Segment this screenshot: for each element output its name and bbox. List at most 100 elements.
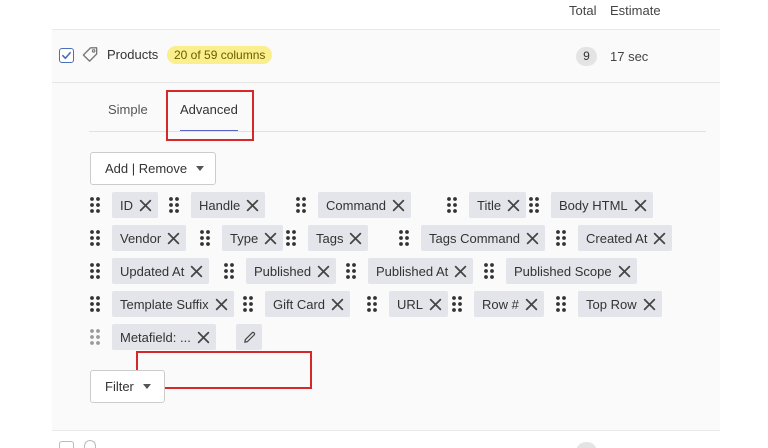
remove-column-icon[interactable] xyxy=(317,265,330,278)
column-chip-row: Vendor Type Tags Tags Command Created At xyxy=(90,225,710,251)
column-chip-label: Tags Command xyxy=(429,230,521,246)
remove-column-icon[interactable] xyxy=(264,232,277,245)
column-chip-label: Command xyxy=(326,197,386,213)
column-chip[interactable]: Published xyxy=(246,258,337,284)
remove-column-icon[interactable] xyxy=(349,232,362,245)
remove-column-icon[interactable] xyxy=(653,232,666,245)
drag-handle-icon[interactable] xyxy=(90,262,100,280)
column-chip-label: Row # xyxy=(482,296,519,312)
column-chip[interactable]: Published At xyxy=(368,258,474,284)
remove-column-icon[interactable] xyxy=(392,199,405,212)
column-chip[interactable]: Updated At xyxy=(112,258,210,284)
column-chip-row: Metafield: ... xyxy=(90,324,710,350)
column-chip[interactable]: URL xyxy=(389,291,449,317)
column-chip-label: Handle xyxy=(199,197,241,213)
column-chip[interactable]: Body HTML xyxy=(551,192,653,218)
filter-label: Filter xyxy=(105,379,134,394)
checkmark-icon xyxy=(62,51,71,60)
drag-handle-icon[interactable] xyxy=(224,262,234,280)
add-remove-label: Add | Remove xyxy=(105,161,188,176)
column-chip-row: ID Handle Command Title Body HTML xyxy=(90,192,710,218)
column-chip[interactable]: Type xyxy=(222,225,284,251)
remove-column-icon[interactable] xyxy=(525,298,538,311)
sheet-row: Products 20 of 59 columns 9 17 sec xyxy=(52,30,720,82)
drag-handle-icon[interactable] xyxy=(169,196,179,214)
column-chip-label: Gift Card xyxy=(273,296,326,312)
drag-handle-icon[interactable] xyxy=(452,295,462,313)
column-chip-label: Published Scope xyxy=(514,263,612,279)
remove-column-icon[interactable] xyxy=(643,298,656,311)
chevron-down-icon xyxy=(142,384,151,389)
column-chip[interactable]: Template Suffix xyxy=(112,291,234,317)
remove-column-icon[interactable] xyxy=(634,199,647,212)
drag-handle-icon[interactable] xyxy=(90,328,100,346)
remove-column-icon[interactable] xyxy=(139,199,152,212)
drag-handle-icon[interactable] xyxy=(90,196,100,214)
remove-column-icon[interactable] xyxy=(197,331,210,344)
sheet-name: Products xyxy=(107,47,159,62)
drag-handle-icon[interactable] xyxy=(346,262,356,280)
remove-column-icon[interactable] xyxy=(429,298,442,311)
column-chip-label: Title xyxy=(477,197,502,213)
drag-handle-icon[interactable] xyxy=(296,196,306,214)
sheet-checkbox[interactable] xyxy=(59,48,74,63)
remove-column-icon[interactable] xyxy=(246,199,259,212)
tab-simple[interactable]: Simple xyxy=(108,102,148,117)
remove-column-icon[interactable] xyxy=(190,265,203,278)
column-chip[interactable]: Created At xyxy=(578,225,673,251)
drag-handle-icon[interactable] xyxy=(529,196,539,214)
column-chip[interactable]: Top Row xyxy=(578,291,662,317)
drag-handle-icon[interactable] xyxy=(399,229,409,247)
column-chip[interactable]: Published Scope xyxy=(506,258,637,284)
column-chip-label: ID xyxy=(120,197,133,213)
drag-handle-icon[interactable] xyxy=(90,229,100,247)
filter-button[interactable]: Filter xyxy=(90,370,165,403)
table-header: Total Estimate xyxy=(0,0,768,24)
column-chip[interactable]: Tags xyxy=(308,225,369,251)
remove-column-icon[interactable] xyxy=(526,232,539,245)
drag-handle-icon[interactable] xyxy=(484,262,494,280)
row-divider xyxy=(52,82,720,83)
column-chip-label: Type xyxy=(230,230,259,246)
drag-handle-icon[interactable] xyxy=(286,229,296,247)
column-chip-label: Vendor xyxy=(120,230,162,246)
column-chip[interactable]: Vendor xyxy=(112,225,187,251)
remove-column-icon[interactable] xyxy=(454,265,467,278)
column-chip[interactable]: Gift Card xyxy=(265,291,351,317)
next-sheet-checkbox[interactable] xyxy=(59,441,74,448)
pencil-icon xyxy=(243,331,255,343)
estimate-column-header: Estimate xyxy=(610,3,661,18)
drag-handle-icon[interactable] xyxy=(90,295,100,313)
column-chip[interactable]: Command xyxy=(318,192,411,218)
column-chip-label: Published xyxy=(254,263,312,279)
column-chip[interactable]: Handle xyxy=(191,192,266,218)
drag-handle-icon[interactable] xyxy=(556,295,566,313)
drag-handle-icon[interactable] xyxy=(447,196,457,214)
drag-handle-icon[interactable] xyxy=(556,229,566,247)
edit-metafield-button[interactable] xyxy=(236,324,262,350)
products-sheet-panel: Products 20 of 59 columns 9 17 sec Simpl… xyxy=(52,30,720,430)
column-chip[interactable]: Tags Command xyxy=(421,225,546,251)
drag-handle-icon[interactable] xyxy=(200,229,210,247)
drag-handle-icon[interactable] xyxy=(243,295,253,313)
remove-column-icon[interactable] xyxy=(507,199,520,212)
column-chip-label: Template Suffix xyxy=(120,296,209,312)
row-divider xyxy=(52,430,720,431)
remove-column-icon[interactable] xyxy=(215,298,228,311)
estimate-value: 17 sec xyxy=(610,49,649,64)
remove-column-icon[interactable] xyxy=(331,298,344,311)
columns-count-badge: 20 of 59 columns xyxy=(167,46,273,64)
remove-column-icon[interactable] xyxy=(167,232,180,245)
column-chip-row: Template Suffix Gift Card URL Row # Top Row xyxy=(90,291,710,317)
column-chip[interactable]: Metafield: ... xyxy=(112,324,216,350)
next-sheet-icon xyxy=(84,440,96,448)
column-chip[interactable]: Row # xyxy=(474,291,544,317)
column-chip[interactable]: Title xyxy=(469,192,527,218)
column-chip-label: Updated At xyxy=(120,263,185,279)
column-chip-label: Published At xyxy=(376,263,449,279)
drag-handle-icon[interactable] xyxy=(367,295,377,313)
remove-column-icon[interactable] xyxy=(618,265,631,278)
add-remove-button[interactable]: Add | Remove xyxy=(90,152,216,185)
column-chip[interactable]: ID xyxy=(112,192,158,218)
column-chip-row: Updated At Published Published At Published… xyxy=(90,258,710,284)
